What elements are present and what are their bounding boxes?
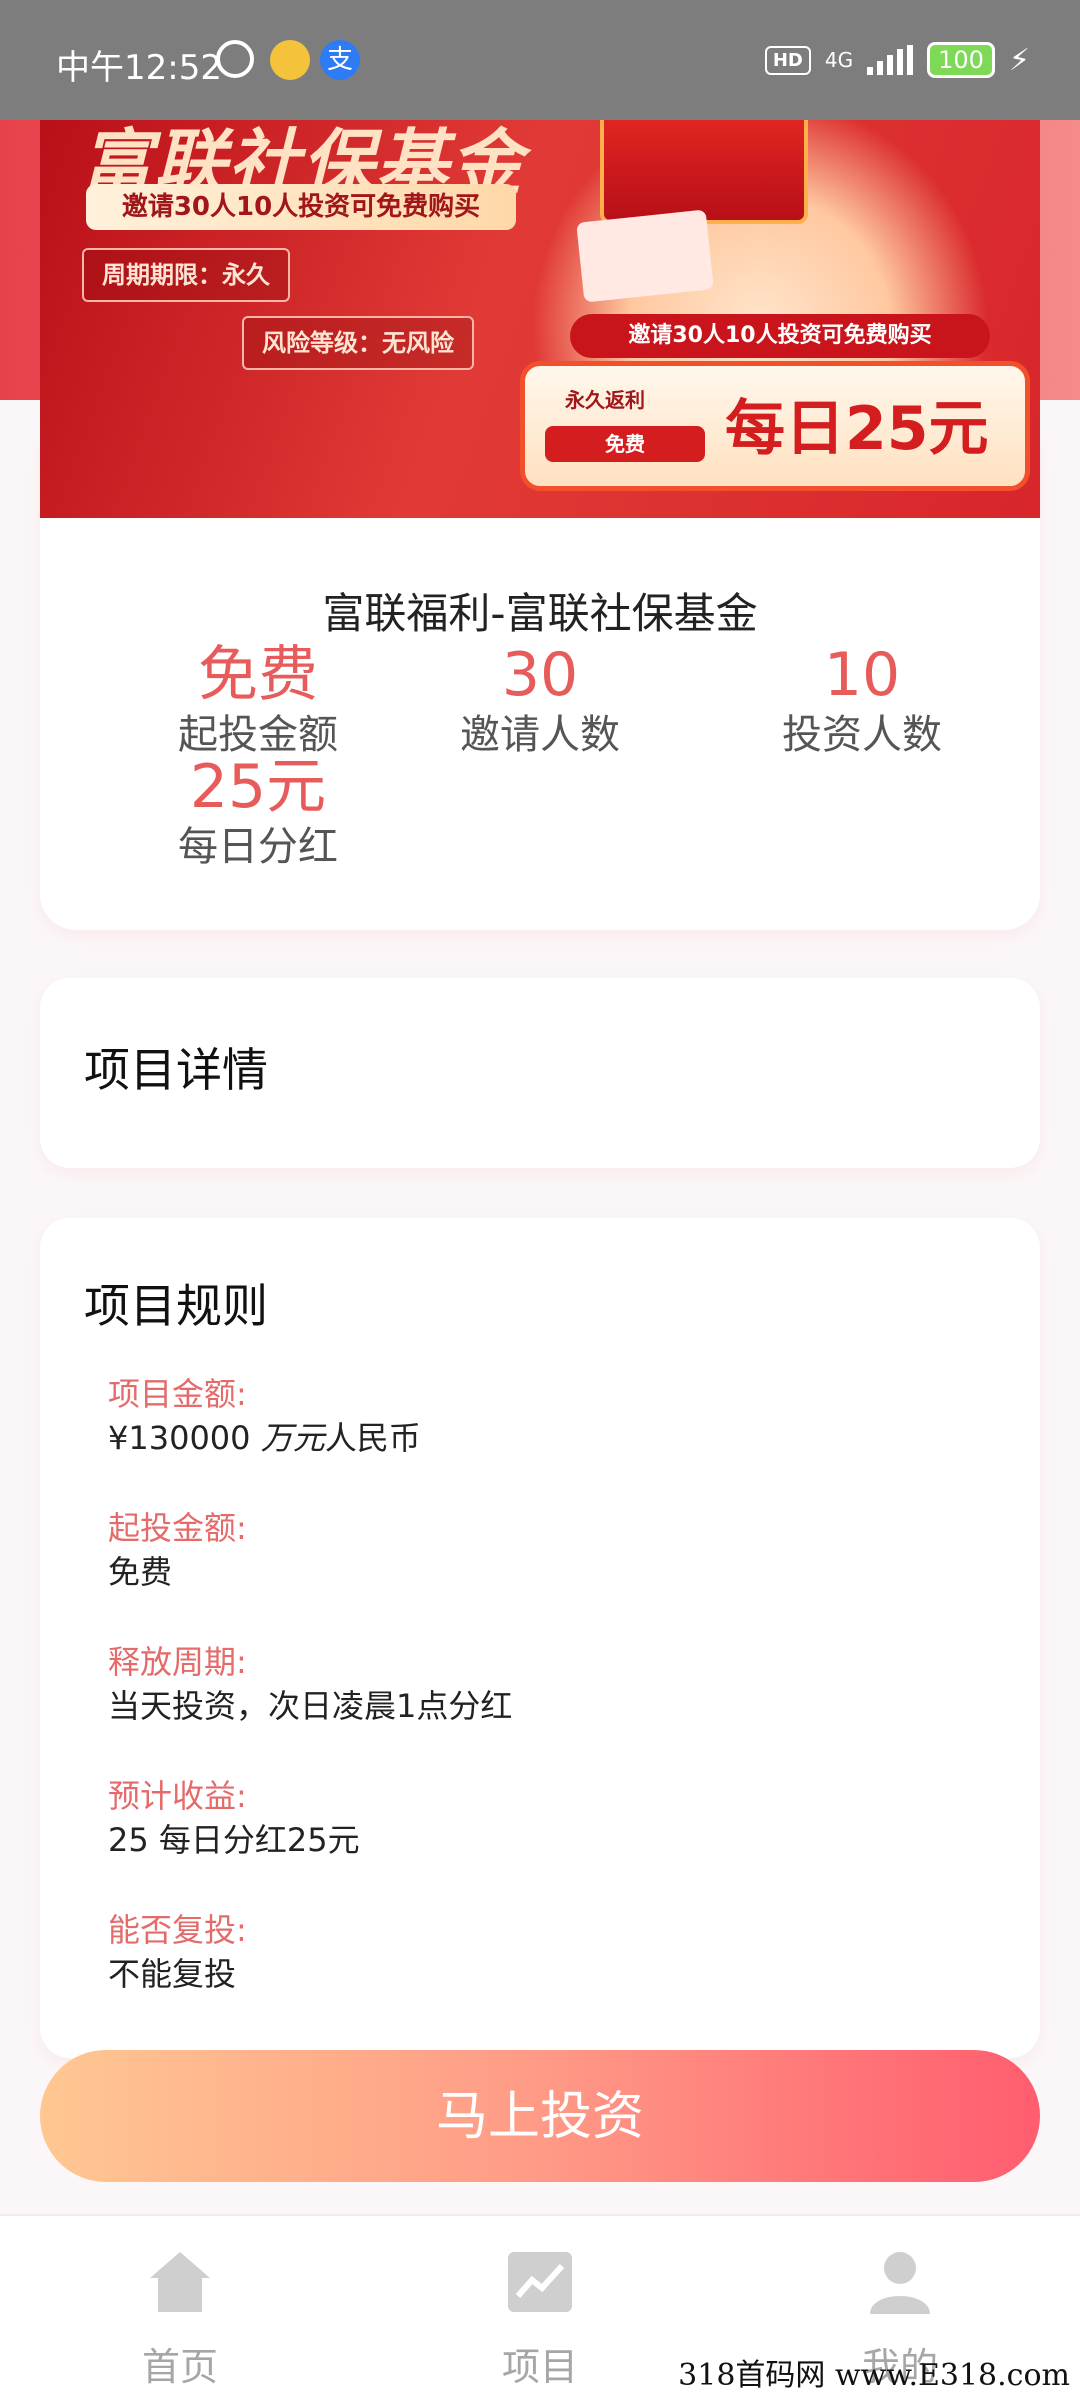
rule-key: 起投金额: bbox=[108, 1509, 247, 1547]
banner-daily-amount: 每日25元 bbox=[725, 394, 989, 464]
banner-tag-risk: 风险等级：无风险 bbox=[242, 316, 474, 370]
product-title: 富联福利-富联社保基金 bbox=[322, 589, 758, 638]
nav-label-projects: 项目 bbox=[501, 2345, 578, 2389]
nav-label-home: 首页 bbox=[141, 2345, 218, 2389]
project-details-heading: 项目详情 bbox=[84, 1043, 268, 1097]
home-icon bbox=[150, 2252, 210, 2312]
network-label: 4G bbox=[824, 48, 854, 72]
project-details-card[interactable]: 项目详情 bbox=[40, 978, 1040, 1168]
rule-min-investment: 起投金额: 免费 bbox=[108, 1506, 247, 1594]
status-bar: 中午12:52 支 HD 4G 100 ⚡ bbox=[0, 0, 1080, 120]
product-banner: 富联社保基金 邀请30人10人投资可免费购买 周期期限：永久 风险等级：无风险 … bbox=[40, 96, 1040, 518]
rule-value: 25 每日分红25元 bbox=[108, 1821, 360, 1859]
watermark: 318首码网 www.E318.com bbox=[678, 2358, 1070, 2393]
stat-invite-count: 30 邀请人数 bbox=[390, 640, 690, 760]
rule-key: 项目金额: bbox=[108, 1375, 247, 1413]
status-right: HD 4G 100 ⚡ bbox=[764, 42, 1030, 78]
app2-notification-icon: 支 bbox=[320, 40, 360, 80]
rule-value: 当天投资，次日凌晨1点分红 bbox=[108, 1687, 513, 1725]
banner-reward-box: 永久返利 免费 每日25元 bbox=[520, 361, 1030, 491]
rule-key: 能否复投: bbox=[108, 1911, 247, 1949]
stat-value: 25元 bbox=[189, 752, 327, 822]
stat-investor-count: 10 投资人数 bbox=[712, 640, 1012, 760]
rule-project-amount: 项目金额: ¥130000 万元人民币 bbox=[108, 1372, 421, 1460]
stat-value: 10 bbox=[823, 640, 901, 710]
stat-daily-dividend: 25元 每日分红 bbox=[108, 752, 408, 872]
nav-item-home[interactable]: 首页 bbox=[0, 2216, 360, 2402]
chart-icon bbox=[508, 2252, 572, 2312]
banner-tag-period: 周期期限：永久 bbox=[82, 248, 290, 302]
rule-value: 免费 bbox=[108, 1553, 173, 1591]
rule-key: 预计收益: bbox=[108, 1777, 247, 1815]
stat-value: 免费 bbox=[198, 640, 318, 710]
card-illustration bbox=[576, 209, 714, 303]
rule-value-prefix: ¥130000 bbox=[108, 1419, 261, 1457]
stat-min-investment: 免费 起投金额 bbox=[108, 640, 408, 760]
app-notification-icon bbox=[270, 40, 310, 80]
charging-icon: ⚡ bbox=[1008, 42, 1030, 78]
rule-reinvest: 能否复投: 不能复投 bbox=[108, 1908, 247, 1996]
status-time: 中午12:52 bbox=[56, 48, 222, 88]
banner-pill: 邀请30人10人投资可免费购买 bbox=[570, 314, 990, 358]
battery-icon: 100 bbox=[927, 42, 995, 78]
user-icon bbox=[870, 2252, 930, 2314]
rule-release-cycle: 释放周期: 当天投资，次日凌晨1点分红 bbox=[108, 1640, 512, 1728]
rule-expected-return: 预计收益: 25 每日分红25元 bbox=[108, 1774, 360, 1862]
stat-label: 投资人数 bbox=[782, 712, 942, 758]
alarm-icon bbox=[216, 40, 254, 78]
project-rules-card: 项目规则 项目金额: ¥130000 万元人民币 起投金额: 免费 释放周期: … bbox=[40, 1218, 1040, 2058]
rule-value-unit: 万元 bbox=[260, 1419, 325, 1457]
rule-key: 释放周期: bbox=[108, 1643, 247, 1681]
banner-sub1: 永久返利 bbox=[565, 388, 645, 412]
project-rules-heading: 项目规则 bbox=[84, 1279, 268, 1333]
rule-value: 不能复投 bbox=[108, 1955, 237, 1993]
banner-sub2: 免费 bbox=[545, 426, 705, 462]
nav-item-projects[interactable]: 项目 bbox=[360, 2216, 720, 2402]
stat-value: 30 bbox=[501, 640, 579, 710]
stat-label: 每日分红 bbox=[178, 824, 338, 870]
rule-value: ¥130000 万元人民币 bbox=[108, 1416, 421, 1460]
invest-now-button[interactable]: 马上投资 bbox=[40, 2050, 1040, 2182]
stat-label: 邀请人数 bbox=[460, 712, 620, 758]
banner-strip: 邀请30人10人投资可免费购买 bbox=[86, 184, 516, 230]
rule-value-suffix: 人民币 bbox=[324, 1419, 421, 1457]
signal-icon bbox=[867, 45, 914, 75]
hd-icon: HD bbox=[764, 45, 811, 75]
